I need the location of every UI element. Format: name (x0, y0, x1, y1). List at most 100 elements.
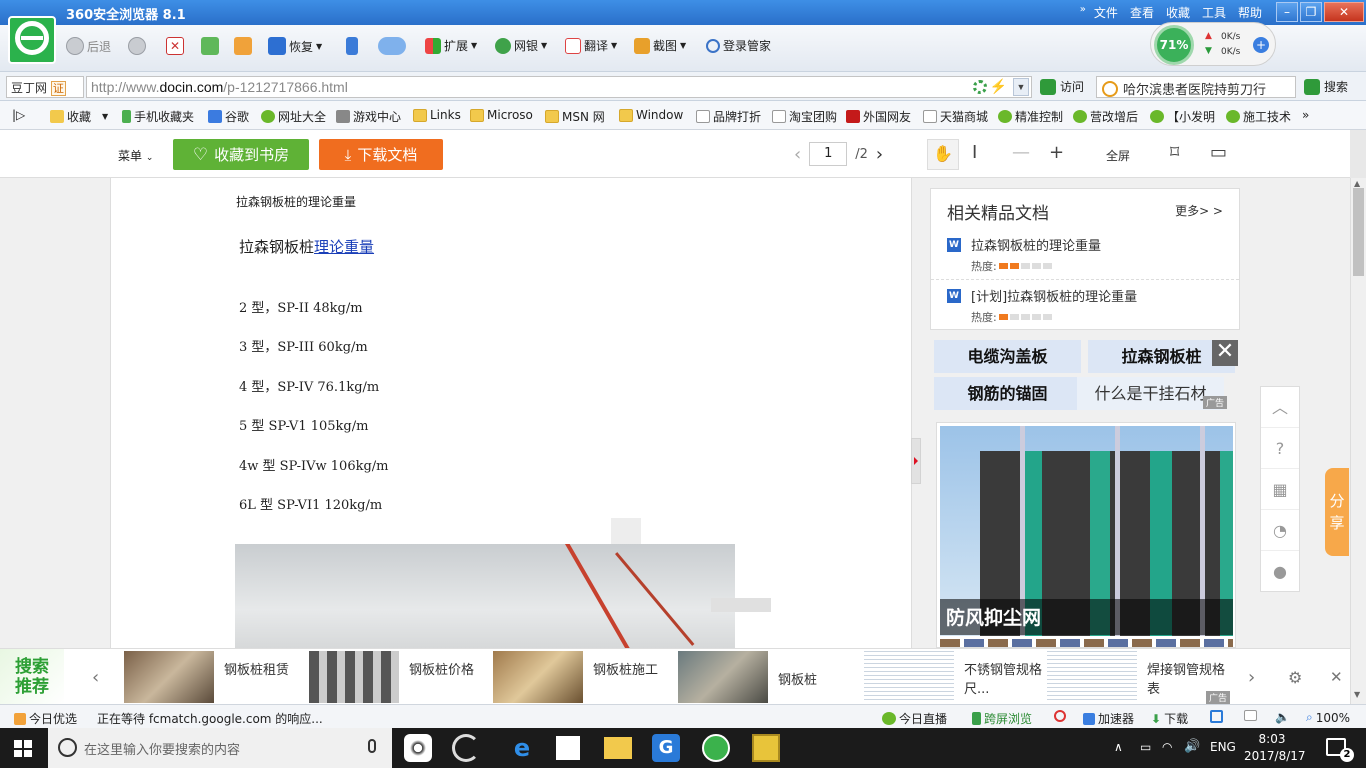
plus-icon[interactable]: + (1253, 37, 1269, 53)
bookmark-favorites[interactable]: 收藏 ▼ (50, 108, 108, 125)
doc-menu-button[interactable]: 菜单 ⌄ (118, 147, 153, 164)
bookmark-brand-discount[interactable]: 品牌打折 (696, 108, 761, 125)
add-to-library-button[interactable]: ♡ 收藏到书房 (173, 139, 309, 170)
ie-icon[interactable] (1210, 710, 1223, 723)
more-link[interactable]: 更多> > (1175, 202, 1223, 219)
home-button[interactable] (234, 37, 252, 55)
download-document-button[interactable]: ⤓ 下载文档 (319, 139, 443, 170)
edge-browser-icon[interactable]: e (508, 734, 536, 762)
clock[interactable]: 8:03 2017/8/17 (1244, 731, 1306, 765)
bookmark-links[interactable]: Links (413, 108, 461, 122)
zoom-control[interactable]: ⌕ 100% (1306, 710, 1350, 725)
app-g-icon[interactable]: G (652, 734, 680, 762)
restore-button[interactable]: ❐ (1300, 2, 1322, 22)
back-button[interactable]: 后退 (66, 37, 111, 55)
back-to-top-icon[interactable]: ︿ (1261, 387, 1299, 428)
refresh-button[interactable] (201, 37, 219, 55)
bookmarks-overflow-icon[interactable]: » (1302, 108, 1309, 122)
bookmark-invention[interactable]: 【小发明 (1150, 108, 1215, 125)
mobile-button[interactable] (346, 37, 358, 55)
ad-keyword[interactable]: 什么是干挂石材 (1077, 377, 1224, 410)
url-dropdown-icon[interactable]: ▼ (1013, 78, 1029, 96)
zoom-in-icon[interactable]: + (1049, 142, 1064, 163)
windows-start-icon[interactable] (14, 740, 32, 757)
bookmark-precision-control[interactable]: 精准控制 (998, 108, 1063, 125)
medical-icon[interactable] (1054, 710, 1066, 722)
ad-image[interactable]: 防风抑尘网 (936, 422, 1236, 648)
related-item-title[interactable]: 拉森钢板桩的理论重量 (971, 235, 1101, 254)
menu-view[interactable]: 查看 (1130, 4, 1154, 21)
extend-button[interactable]: 扩展 ▼ (425, 37, 477, 54)
login-manager-button[interactable]: 登录管家 (706, 37, 771, 54)
bookmark-taobao-group[interactable]: 淘宝团购 (772, 108, 837, 125)
restore-tab-button[interactable]: 恢复 ▼ (268, 37, 322, 55)
qq-icon[interactable]: ● (1261, 551, 1299, 592)
today-pick[interactable]: 今日优选 (14, 710, 77, 727)
menu-help[interactable]: 帮助 (1238, 4, 1262, 21)
close-button[interactable]: ✕ (1324, 2, 1364, 22)
comment-icon[interactable]: ▭ (1210, 142, 1227, 163)
select-tool-icon[interactable]: I (972, 142, 977, 163)
visit-button[interactable]: 访问 (1040, 78, 1084, 95)
file-explorer-icon[interactable] (604, 737, 632, 759)
search-input[interactable]: 哈尔滨患者医院持剪刀行 (1096, 76, 1296, 98)
site-identity[interactable]: 豆丁网 证 (6, 76, 84, 98)
page-number-input[interactable]: 1 (809, 142, 848, 166)
stop-button[interactable]: ✕ (166, 37, 184, 55)
bookmark-construction[interactable]: 施工技术 (1226, 108, 1291, 125)
taskbar-search-input[interactable]: 在这里输入你要搜索的内容 (48, 728, 392, 768)
volume-icon[interactable]: 🔈 (1275, 710, 1290, 724)
related-item-title[interactable]: [计划]拉森钢板桩的理论重量 (971, 286, 1137, 305)
scroll-thumb[interactable] (1353, 188, 1364, 276)
bookmark-tmall[interactable]: 天猫商城 (923, 108, 988, 125)
download-status-button[interactable]: ⬇ 下载 (1151, 710, 1188, 727)
wechat-icon[interactable]: ◔ (1261, 510, 1299, 551)
lightning-icon[interactable]: ⚡ (990, 78, 1007, 95)
bookmark-google[interactable]: 谷歌 (208, 108, 249, 125)
notes-app-icon[interactable] (752, 734, 780, 762)
translate-button[interactable]: 翻译 ▼ (565, 37, 617, 54)
bookmark-msn[interactable]: MSN 网 (545, 108, 605, 125)
language-indicator[interactable]: ENG (1210, 740, 1236, 754)
hand-tool-icon[interactable]: ✋ (927, 139, 959, 170)
cortana-icon[interactable] (452, 734, 480, 762)
tray-up-icon[interactable]: ∧ (1114, 740, 1123, 754)
url-input[interactable]: http://www.docin.com/p-1212717866.html ⚡… (86, 76, 1032, 98)
next-page-icon[interactable]: › (876, 144, 883, 165)
ad-close-icon[interactable]: ✕ (1212, 340, 1238, 366)
title-link[interactable]: 理论重量 (314, 238, 374, 256)
prev-page-icon[interactable]: ‹ (794, 144, 801, 165)
next-arrow-icon[interactable]: › (1248, 667, 1255, 688)
bookmark-vat-reform[interactable]: 营改增后 (1073, 108, 1138, 125)
menu-file[interactable]: 文件 (1094, 4, 1118, 21)
settings-gear-icon[interactable]: ⚙ (1288, 668, 1302, 687)
qrcode-icon[interactable]: ▦ (1261, 469, 1299, 510)
bookmark-mobile[interactable]: 手机收藏夹 (122, 108, 194, 125)
bookmark-foreign-friends[interactable]: 外国网友 (846, 108, 911, 125)
bookmark-games[interactable]: 游戏中心 (336, 108, 401, 125)
ad-keyword[interactable]: 钢筋的锚固 (934, 377, 1081, 410)
forward-button[interactable] (128, 37, 146, 55)
scroll-down-icon[interactable]: ▼ (1354, 690, 1360, 699)
sidebar-toggle-icon[interactable]: |▷ (12, 108, 25, 122)
scroll-up-icon[interactable]: ▲ (1354, 179, 1360, 188)
prev-arrow-icon[interactable]: ‹ (92, 667, 99, 688)
bookmark-windows[interactable]: Window (619, 108, 683, 122)
network-speed-widget[interactable]: 71% ▲ 0K/s ▼ 0K/s + (1150, 22, 1276, 66)
wifi-icon[interactable]: ◠ (1162, 740, 1172, 754)
task-view-icon[interactable] (404, 734, 432, 762)
store-icon[interactable] (556, 736, 580, 760)
bookmark-microsoft[interactable]: Microso (470, 108, 533, 122)
menu-tools[interactable]: 工具 (1202, 4, 1226, 21)
minimize-button[interactable]: – (1276, 2, 1298, 22)
cross-screen-button[interactable]: 跨屏浏览 (972, 710, 1032, 727)
network-icon[interactable]: ▭ (1140, 740, 1151, 754)
collapse-sidebar-handle[interactable] (911, 438, 921, 484)
vertical-scrollbar[interactable]: ▲ ▼ (1350, 178, 1366, 704)
help-icon[interactable]: ? (1261, 428, 1299, 469)
close-icon[interactable]: ✕ (1330, 668, 1343, 686)
speaker-icon[interactable]: 🔊 (1184, 739, 1200, 754)
menu-favorites[interactable]: 收藏 (1166, 4, 1190, 21)
screenshot-button[interactable]: 截图 ▼ (634, 37, 686, 54)
bookmark-directory[interactable]: 网址大全 (261, 108, 326, 125)
